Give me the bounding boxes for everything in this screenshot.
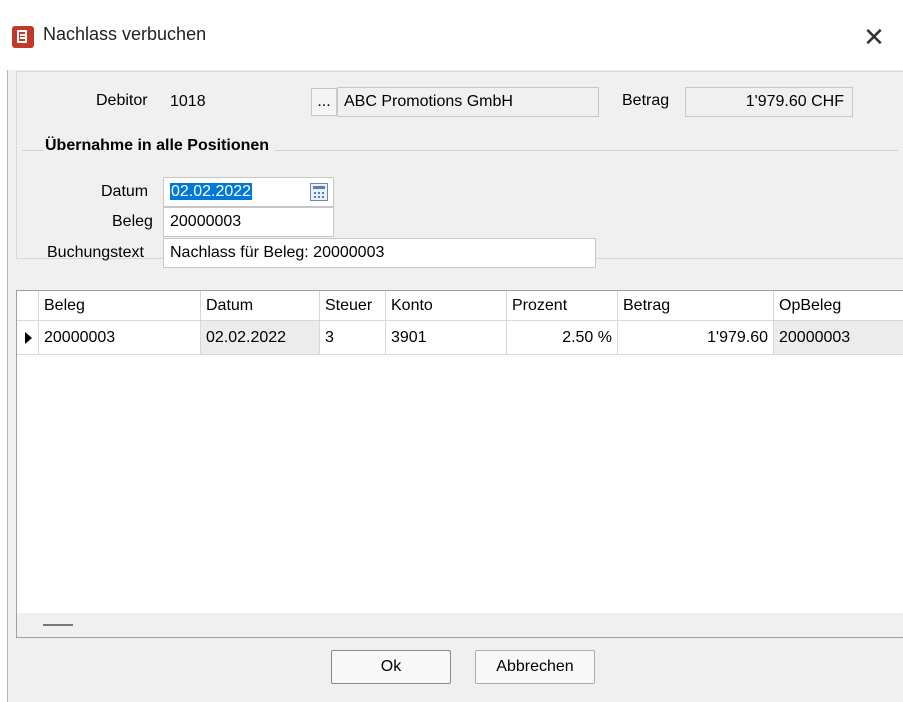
debitor-label: Debitor bbox=[96, 92, 148, 109]
debitor-name-field: ABC Promotions GmbH bbox=[337, 87, 599, 117]
scrollbar-thumb[interactable] bbox=[43, 624, 73, 626]
table-cell-datum[interactable]: 02.02.2022 bbox=[201, 321, 320, 355]
table-cell-beleg[interactable]: 20000003 bbox=[39, 321, 201, 355]
horizontal-scrollbar[interactable] bbox=[17, 613, 903, 637]
table-cell-steuer[interactable]: 3 bbox=[320, 321, 386, 355]
buchungstext-input[interactable]: Nachlass für Beleg: 20000003 bbox=[163, 238, 596, 268]
beleg-input[interactable]: 20000003 bbox=[163, 207, 334, 237]
table-cell-konto[interactable]: 3901 bbox=[386, 321, 507, 355]
positions-table[interactable]: Beleg Datum Steuer Konto Prozent Betrag … bbox=[16, 290, 903, 638]
row-header-corner bbox=[17, 291, 39, 321]
window-title: Nachlass verbuchen bbox=[43, 24, 207, 44]
column-header-beleg[interactable]: Beleg bbox=[39, 291, 201, 321]
group-legend: Übernahme in alle Positionen bbox=[43, 137, 276, 155]
calendar-icon[interactable] bbox=[310, 183, 328, 201]
column-header-datum[interactable]: Datum bbox=[201, 291, 320, 321]
ok-button[interactable]: Ok bbox=[331, 650, 451, 684]
datum-selected-text: 02.02.2022 bbox=[170, 183, 253, 200]
column-header-konto[interactable]: Konto bbox=[386, 291, 507, 321]
row-pointer-icon bbox=[17, 321, 39, 355]
debitor-field[interactable]: 1018 bbox=[163, 87, 311, 117]
debitor-lookup-button[interactable]: ... bbox=[311, 88, 337, 116]
document-list-icon bbox=[12, 26, 34, 48]
table-cell-prozent[interactable]: 2.50 % bbox=[507, 321, 618, 355]
column-header-steuer[interactable]: Steuer bbox=[320, 291, 386, 321]
column-header-betrag[interactable]: Betrag bbox=[618, 291, 774, 321]
title-bar: Nachlass verbuchen ✕ bbox=[0, 0, 903, 70]
dialog-body: Debitor 1018 ... ABC Promotions GmbH Bet… bbox=[7, 70, 903, 702]
datum-label: Datum bbox=[101, 183, 149, 200]
buchungstext-label: Buchungstext bbox=[47, 244, 144, 261]
betrag-label: Betrag bbox=[622, 92, 670, 109]
cancel-button[interactable]: Abbrechen bbox=[475, 650, 595, 684]
close-button[interactable]: ✕ bbox=[845, 16, 903, 58]
datum-input[interactable]: 02.02.2022 bbox=[163, 177, 334, 207]
table-cell-betrag[interactable]: 1'979.60 bbox=[618, 321, 774, 355]
betrag-field: 1'979.60 CHF bbox=[685, 87, 853, 117]
table-cell-opbeleg[interactable]: 20000003 bbox=[774, 321, 903, 355]
column-header-opbeleg[interactable]: OpBeleg bbox=[774, 291, 903, 321]
beleg-label: Beleg bbox=[112, 213, 153, 230]
column-header-prozent[interactable]: Prozent bbox=[507, 291, 618, 321]
